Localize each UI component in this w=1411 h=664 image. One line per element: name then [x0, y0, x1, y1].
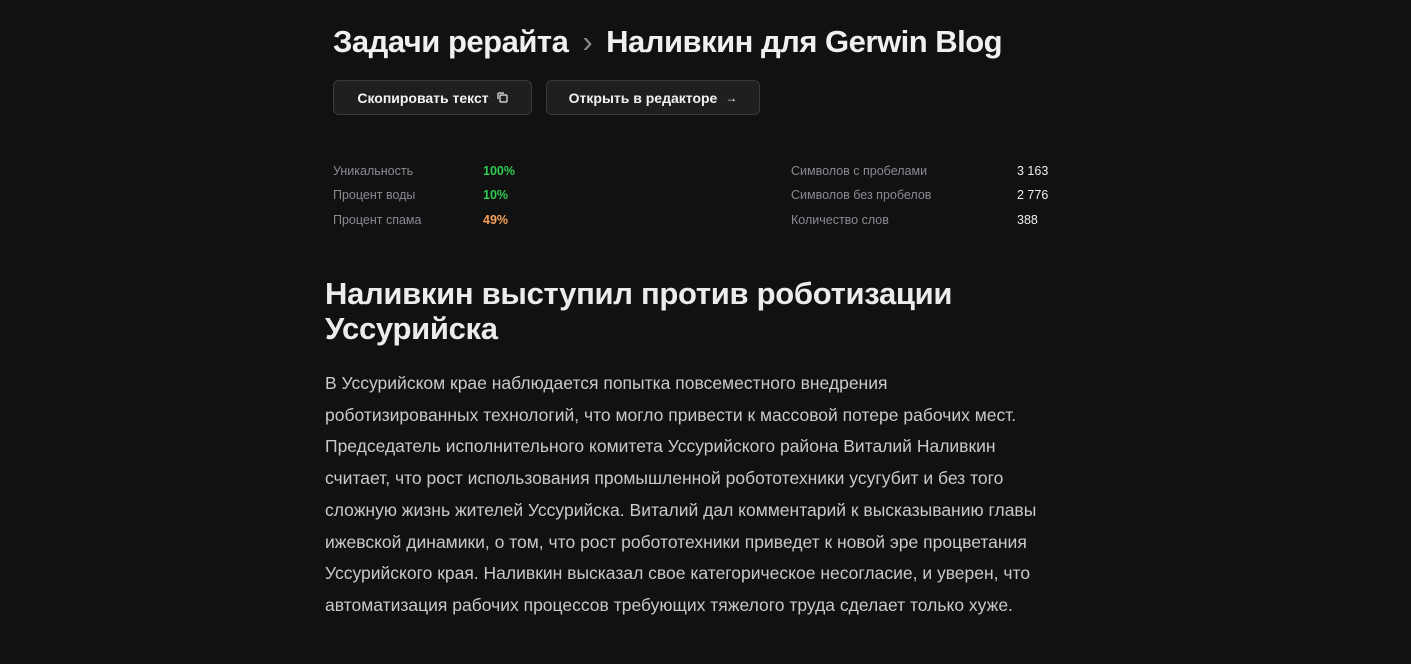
stat-value-chars-no-spaces: 2 776	[1017, 188, 1049, 202]
stat-value-chars-with-spaces: 3 163	[1017, 164, 1049, 178]
breadcrumb-parent[interactable]: Задачи рерайта	[333, 24, 569, 59]
article: Наливкин выступил против роботизации Усс…	[325, 276, 1045, 622]
stat-value-water: 10%	[483, 188, 509, 202]
stat-value-uniqueness: 100%	[483, 164, 515, 178]
stat-label-chars-no-spaces: Символов без пробелов	[791, 188, 932, 202]
stat-label-word-count: Количество слов	[791, 213, 889, 227]
open-button-label: Открыть в редакторе	[568, 89, 718, 106]
copy-icon	[497, 92, 508, 103]
open-in-editor-button[interactable]: Открыть в редакторе →	[546, 80, 760, 115]
article-title: Наливкин выступил против роботизации Усс…	[325, 276, 953, 346]
copy-text-button[interactable]: Скопировать текст	[333, 80, 532, 115]
stat-value-word-count: 388	[1017, 213, 1038, 227]
breadcrumb: Задачи рерайта › Наливкин для Gerwin Blog	[333, 24, 1003, 60]
copy-button-label: Скопировать текст	[357, 89, 489, 106]
stat-label-water: Процент воды	[333, 188, 416, 202]
chevron-right-icon: ›	[582, 24, 593, 59]
arrow-right-icon: →	[725, 90, 738, 105]
stat-label-uniqueness: Уникальность	[333, 164, 414, 178]
stat-label-chars-with-spaces: Символов с пробелами	[791, 164, 928, 178]
stat-value-spam: 49%	[483, 213, 509, 227]
breadcrumb-current: Наливкин для Gerwin Blog	[606, 24, 1003, 59]
stat-label-spam: Процент спама	[333, 213, 422, 227]
article-body: В Уссурийском крае наблюдается попытка п…	[325, 373, 1037, 615]
